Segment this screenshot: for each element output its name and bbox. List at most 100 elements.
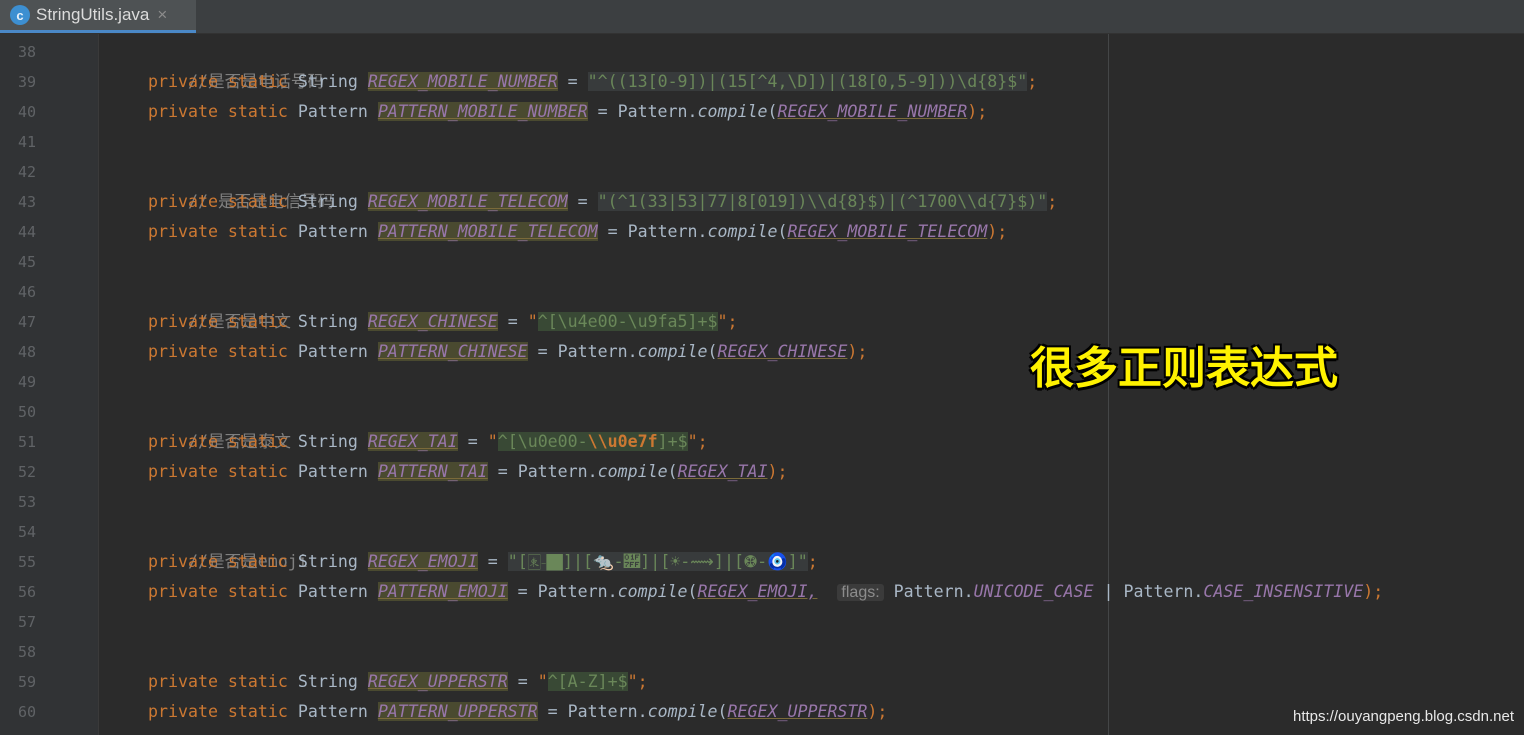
field-name: PATTERN_TAI xyxy=(377,462,488,481)
operator: = xyxy=(507,582,538,601)
argument: REGEX_UPPERSTR xyxy=(727,702,868,721)
line-number: 39 xyxy=(17,73,36,91)
argument: REGEX_MOBILE_TELECOM xyxy=(787,222,988,241)
string-literal: "[🀀-🏿]|[🐀-🟿]|[☀-⟿]|[🤀-🧿]" xyxy=(507,552,808,571)
argument: REGEX_EMOJI, xyxy=(697,582,818,601)
quote: " xyxy=(487,432,498,451)
punctuation: ); xyxy=(767,462,788,481)
string-literal: "(^1(33|53|77|8[019])\\d{8}$)|(^1700\\d{… xyxy=(597,192,1048,211)
punctuation: ); xyxy=(1363,582,1384,601)
code-line: private static Pattern PATTERN_UPPERSTR … xyxy=(148,697,887,727)
keyword: private static xyxy=(148,582,288,601)
field-name: REGEX_CHINESE xyxy=(367,312,498,331)
operator: = xyxy=(477,552,508,571)
string-literal: ^[\u4e00-\u9fa5]+$ xyxy=(537,312,718,331)
method-name: compile xyxy=(647,702,718,721)
code-line: private static String REGEX_TAI = "^[\u0… xyxy=(148,427,708,457)
code-line: //是否是泰文 xyxy=(148,397,291,451)
keyword: private static xyxy=(148,462,288,481)
punctuation: ); xyxy=(967,102,988,121)
operator: = xyxy=(597,222,628,241)
quote: " xyxy=(687,432,698,451)
punctuation: ; xyxy=(637,672,648,691)
method-name: compile xyxy=(697,102,768,121)
class-ref: Pattern. xyxy=(537,582,618,601)
line-number: 48 xyxy=(17,343,36,361)
constant: UNICODE_CASE xyxy=(973,582,1094,601)
class-ref: Pattern. xyxy=(517,462,598,481)
string-literal: "^((13[0-9])|(15[^4,\D])|(18[0,5-9]))\d{… xyxy=(587,72,1028,91)
caption-overlay: 很多正则表达式 xyxy=(1030,343,1338,394)
keyword: private static xyxy=(148,72,288,91)
paren: ( xyxy=(687,582,698,601)
keyword: private static xyxy=(148,432,288,451)
line-number: 40 xyxy=(17,103,36,121)
line-number: 59 xyxy=(17,673,36,691)
type-name: String xyxy=(297,192,358,211)
line-number: 56 xyxy=(17,583,36,601)
code-line: // 是否是电信号码 xyxy=(148,157,334,211)
class-ref: Pattern. xyxy=(893,582,974,601)
method-name: compile xyxy=(597,462,668,481)
type-name: String xyxy=(297,672,358,691)
field-name: REGEX_TAI xyxy=(367,432,458,451)
string-literal: ^[A-Z]+$ xyxy=(547,672,628,691)
line-number: 46 xyxy=(17,283,36,301)
operator: = xyxy=(527,342,558,361)
line-number: 60 xyxy=(17,703,36,721)
code-line: //是否是中文 xyxy=(148,277,291,331)
field-name: REGEX_UPPERSTR xyxy=(367,672,508,691)
line-number: 51 xyxy=(17,433,36,451)
line-number: 54 xyxy=(17,523,36,541)
method-name: compile xyxy=(707,222,778,241)
method-name: compile xyxy=(617,582,688,601)
type-name: Pattern xyxy=(297,702,368,721)
argument: REGEX_TAI xyxy=(677,462,768,481)
keyword: private static xyxy=(148,222,288,241)
class-ref: Pattern. xyxy=(1123,582,1204,601)
operator: = xyxy=(457,432,488,451)
type-name: Pattern xyxy=(297,222,368,241)
line-number: 44 xyxy=(17,223,36,241)
code-line: private static String REGEX_CHINESE = "^… xyxy=(148,307,738,337)
tab-stringutils[interactable]: c StringUtils.java × xyxy=(0,0,196,33)
line-number: 43 xyxy=(17,193,36,211)
operator: = xyxy=(497,312,528,331)
operator: = xyxy=(507,672,538,691)
argument: REGEX_MOBILE_NUMBER xyxy=(777,102,968,121)
class-ref: Pattern. xyxy=(567,702,648,721)
keyword: private static xyxy=(148,672,288,691)
paren: ( xyxy=(767,102,778,121)
line-number: 53 xyxy=(17,493,36,511)
code-line: private static Pattern PATTERN_CHINESE =… xyxy=(148,337,867,367)
quote: " xyxy=(717,312,728,331)
class-ref: Pattern. xyxy=(617,102,698,121)
keyword: private static xyxy=(148,102,288,121)
line-number: 47 xyxy=(17,313,36,331)
class-ref: Pattern. xyxy=(627,222,708,241)
quote: " xyxy=(537,672,548,691)
operator: = xyxy=(537,702,568,721)
code-line: private static String REGEX_UPPERSTR = "… xyxy=(148,667,648,697)
punctuation: ; xyxy=(727,312,738,331)
code-line: private static Pattern PATTERN_TAI = Pat… xyxy=(148,457,787,487)
string-literal: ]+$ xyxy=(657,432,688,451)
field-name: REGEX_EMOJI xyxy=(367,552,478,571)
type-name: String xyxy=(297,72,358,91)
code-line: private static String REGEX_EMOJI = "[🀀-… xyxy=(148,547,818,577)
code-line: private static Pattern PATTERN_MOBILE_TE… xyxy=(148,217,1007,247)
code-line: //是否是emoji xyxy=(148,517,308,571)
type-name: Pattern xyxy=(297,582,368,601)
operator: = xyxy=(487,462,518,481)
quote: " xyxy=(527,312,538,331)
paren: ( xyxy=(717,702,728,721)
tab-title: StringUtils.java xyxy=(36,5,150,24)
line-number: 38 xyxy=(17,43,36,61)
keyword: private static xyxy=(148,702,288,721)
close-icon[interactable]: × xyxy=(157,5,167,25)
paren: ( xyxy=(707,342,718,361)
field-name: REGEX_MOBILE_TELECOM xyxy=(367,192,568,211)
field-name: PATTERN_EMOJI xyxy=(377,582,508,601)
keyword: private static xyxy=(148,192,288,211)
line-number: 50 xyxy=(17,403,36,421)
